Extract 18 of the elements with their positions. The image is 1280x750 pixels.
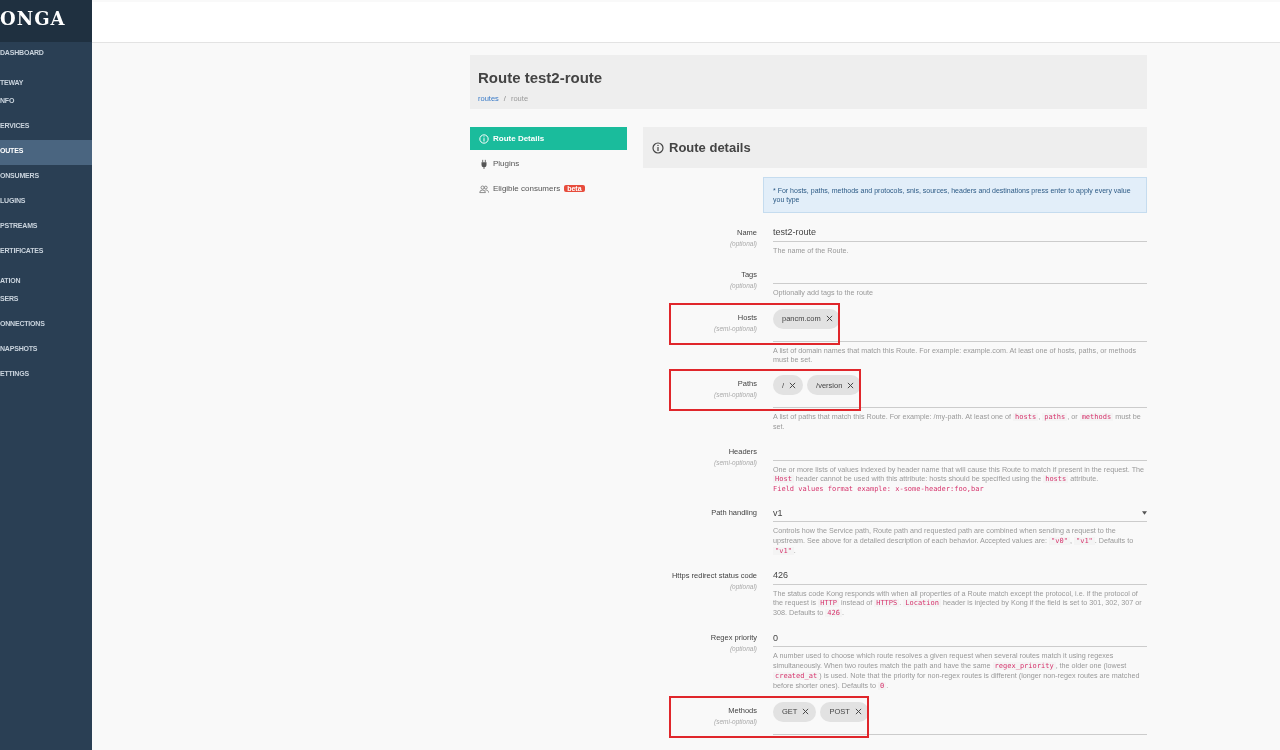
remove-icon[interactable] [802,708,810,716]
panel-title: Route details [669,140,751,155]
info-icon [652,141,664,154]
select-field[interactable]: v1 [773,504,1147,523]
plug-icon [479,158,489,169]
side-tab[interactable]: Plugins [470,152,627,175]
text-field[interactable]: 0 [773,629,1147,648]
remove-icon[interactable] [847,381,855,389]
remove-icon[interactable] [854,708,862,716]
users-icon [479,183,489,194]
remove-icon[interactable] [825,315,833,323]
text-field[interactable]: 426 [773,566,1147,585]
remove-icon[interactable] [789,381,797,389]
caret-icon [1142,510,1147,515]
text-field[interactable]: test2-route [773,223,1147,242]
logo: ONGA [0,0,92,42]
info-icon [479,133,489,144]
page-title: Route test2-route [478,69,604,86]
